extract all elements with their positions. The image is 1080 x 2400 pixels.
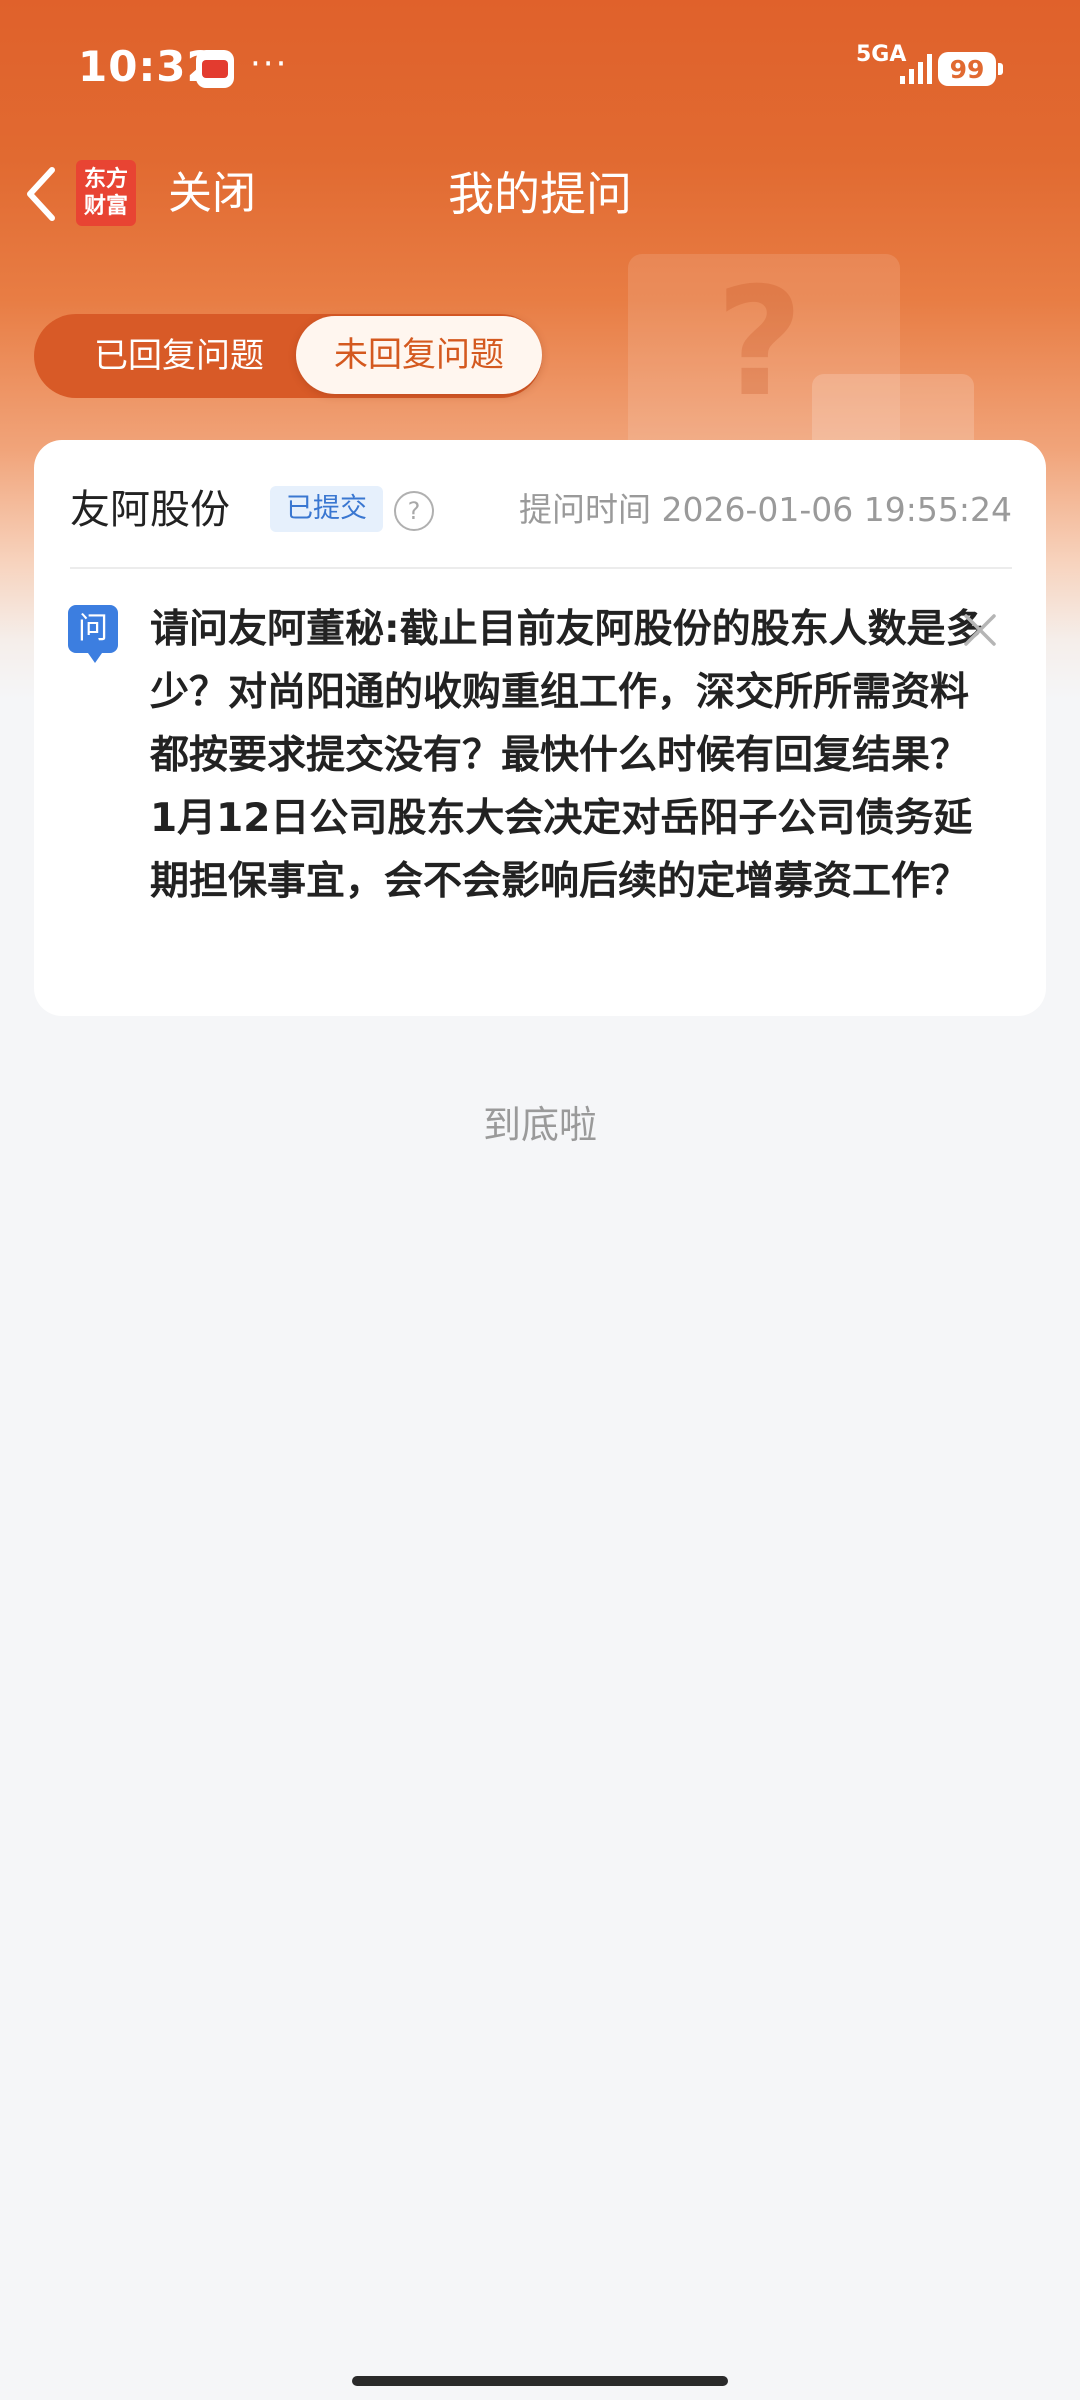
signal-icon — [900, 54, 932, 84]
end-of-list-text: 到底啦 — [482, 1103, 597, 1147]
nav-bar: 东方 财富 关闭 我的提问 — [0, 140, 1080, 250]
delete-icon[interactable] — [960, 610, 1000, 650]
battery-icon: 99 — [938, 52, 1003, 86]
more-notifications-icon: ··· — [250, 44, 289, 84]
notification-app-icon — [196, 50, 234, 88]
home-indicator[interactable] — [352, 2376, 728, 2386]
question-card[interactable]: 友阿股份 已提交 ? 提问时间 2026-01-06 19:55:24 问 请问… — [34, 440, 1046, 1016]
status-bar: 10:32 ··· 5GA 99 — [0, 0, 1080, 140]
ask-time: 提问时间 2026-01-06 19:55:24 — [519, 490, 1012, 529]
tab-answered[interactable]: 已回复问题 — [48, 314, 310, 398]
help-icon[interactable]: ? — [394, 491, 434, 531]
page-title: 我的提问 — [448, 167, 632, 221]
question-tabs: 已回复问题 未回复问题 — [34, 314, 542, 398]
status-badge: 已提交 — [270, 486, 383, 532]
question-text: 请问友阿董秘:截止目前友阿股份的股东人数是多少？对尚阳通的收购重组工作，深交所所… — [150, 607, 985, 904]
question-badge-icon: 问 — [68, 605, 118, 663]
tab-unanswered[interactable]: 未回复问题 — [296, 316, 542, 394]
stock-name: 友阿股份 — [70, 487, 230, 533]
question-mark-illustration: ? — [716, 256, 804, 430]
divider — [70, 567, 1012, 569]
